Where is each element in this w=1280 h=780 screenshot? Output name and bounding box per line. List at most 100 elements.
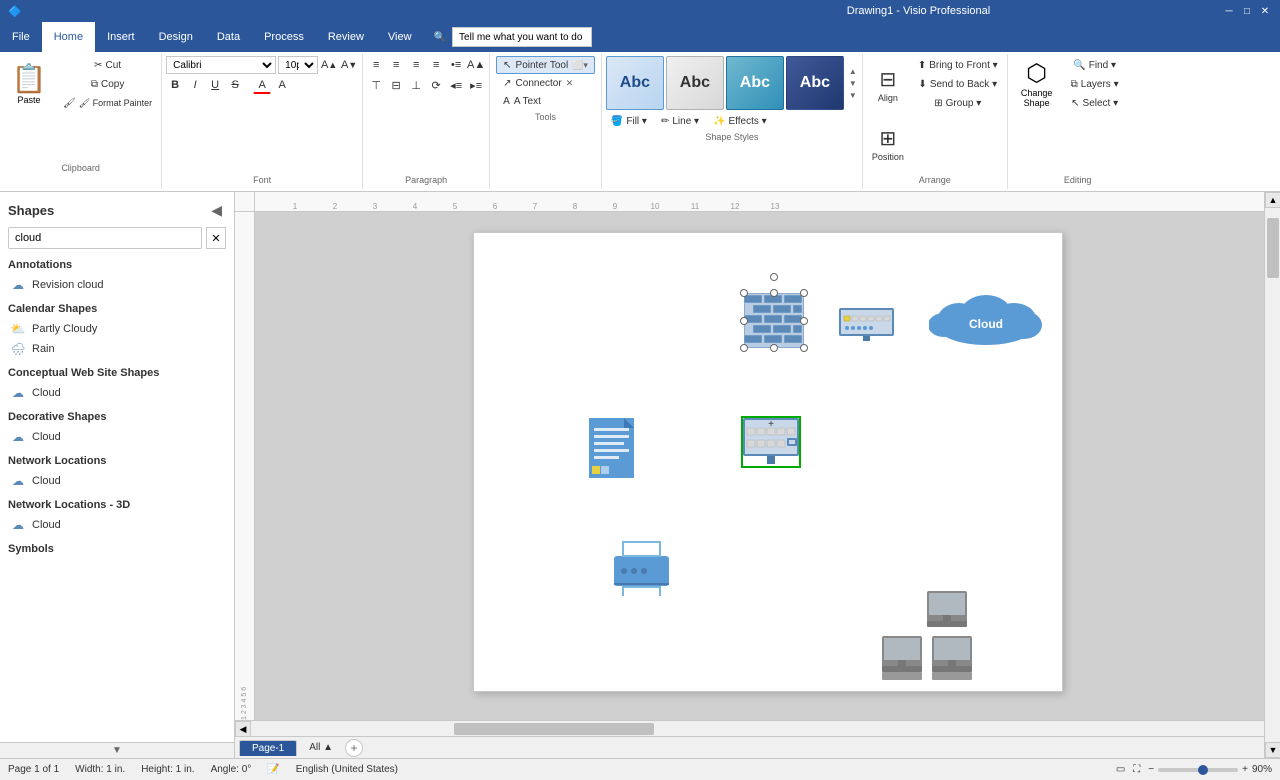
group-button[interactable]: ⊞ Group ▾ <box>913 94 1003 112</box>
shape-item-rain[interactable]: 🌧 Rain <box>8 339 226 359</box>
title-bar-controls[interactable]: ─ □ ✕ <box>1222 4 1272 18</box>
printer-shape[interactable] <box>614 541 669 599</box>
bring-to-front-button[interactable]: ⬆ Bring to Front ▾ <box>913 56 1003 74</box>
selected-monitor-shape[interactable]: + <box>741 416 801 468</box>
decrease-indent-button[interactable]: ◂≡ <box>447 76 465 94</box>
copy-button[interactable]: ⧉ Copy <box>58 75 157 93</box>
hscroll-left-button[interactable]: ◀ <box>235 721 251 737</box>
shape-style-4-button[interactable]: Abc <box>786 56 844 110</box>
decrease-font-size-button[interactable]: A▼ <box>340 56 358 74</box>
tab-review[interactable]: Review <box>316 22 376 52</box>
shape-item-partly-cloudy[interactable]: ⛅ Partly Cloudy <box>8 319 226 339</box>
change-shape-button[interactable]: ⬡ Change Shape <box>1012 56 1062 110</box>
fill-button[interactable]: 🪣 Fill ▾ <box>606 112 652 130</box>
tab-home[interactable]: Home <box>42 22 95 52</box>
increase-indent-button[interactable]: A▲ <box>467 56 485 74</box>
align-top-button[interactable]: ⊤ <box>367 76 385 94</box>
align-center-button[interactable]: ≡ <box>387 56 405 74</box>
page-tab-1[interactable]: Page-1 <box>239 740 297 756</box>
cloud-shape[interactable]: Cloud <box>929 293 1044 351</box>
zoom-out-button[interactable]: − <box>1148 764 1154 775</box>
scroll-track[interactable] <box>1265 212 1280 720</box>
shapes-scroll-down-button[interactable]: ▼ <box>0 742 234 758</box>
scroll-thumb[interactable] <box>1267 218 1279 278</box>
tab-file[interactable]: File <box>0 22 42 52</box>
text-direction-button[interactable]: ⟳ <box>427 76 445 94</box>
document-shape[interactable] <box>589 418 634 481</box>
vertical-scrollbar[interactable]: ▲ ▼ <box>1264 212 1280 720</box>
underline-button[interactable]: U <box>206 76 224 94</box>
brick-wall-shape[interactable] <box>744 293 804 348</box>
minimize-btn[interactable]: ─ <box>1222 4 1236 18</box>
font-name-select[interactable]: Calibri <box>166 56 276 74</box>
maximize-btn[interactable]: □ <box>1240 4 1254 18</box>
monitor-shape[interactable] <box>839 308 894 346</box>
font-size-select[interactable]: 10pt. <box>278 56 318 74</box>
shape-item-revision-cloud[interactable]: ☁ Revision cloud <box>8 275 226 295</box>
shape-style-scroll-up[interactable]: ▲ <box>848 66 858 77</box>
shape-style-expand[interactable]: ▼ <box>848 90 858 101</box>
increase-font-size-button[interactable]: A▲ <box>320 56 338 74</box>
shape-style-3-button[interactable]: Abc <box>726 56 784 110</box>
add-page-button[interactable]: + <box>345 739 363 757</box>
connector-tool-button[interactable]: ↗ Connector ✕ <box>496 74 595 92</box>
align-button[interactable]: ⊟ Align <box>867 56 909 114</box>
view-fullscreen-icon[interactable]: ⛶ <box>1133 764 1140 775</box>
strikethrough-button[interactable]: S <box>226 76 244 94</box>
select-button[interactable]: ↖ Select ▾ <box>1066 94 1124 112</box>
shape-style-2-button[interactable]: Abc <box>666 56 724 110</box>
layers-button[interactable]: ⧉ Layers ▾ <box>1066 75 1124 93</box>
tab-process[interactable]: Process <box>252 22 316 52</box>
send-to-back-button[interactable]: ⬇ Send to Back ▾ <box>913 75 1003 93</box>
increase-indent2-button[interactable]: ▸≡ <box>467 76 485 94</box>
format-painter-button[interactable]: 🖌 🖌 Format Painter <box>58 94 157 112</box>
handle-tr[interactable] <box>800 289 808 297</box>
text-highlight-button[interactable]: A <box>273 76 291 94</box>
tab-design[interactable]: Design <box>147 22 205 52</box>
handle-tm[interactable] <box>770 289 778 297</box>
bullet-list-button[interactable]: •≡ <box>447 56 465 74</box>
canvas-container[interactable]: Cloud <box>255 212 1280 720</box>
shape-item-conceptual-cloud[interactable]: ☁ Cloud <box>8 383 226 403</box>
shapes-search-input[interactable] <box>8 227 202 249</box>
pointer-tool-button[interactable]: ↖ Pointer Tool ⬜▾ <box>496 56 595 74</box>
font-color-button[interactable]: A <box>253 76 271 94</box>
find-button[interactable]: 🔍 Find ▾ <box>1066 56 1124 74</box>
shape-style-1-button[interactable]: Abc <box>606 56 664 110</box>
handle-mr[interactable] <box>800 317 808 325</box>
shapes-collapse-button[interactable]: ◀ <box>207 200 226 221</box>
hscroll-track[interactable] <box>251 721 1264 736</box>
zoom-in-button[interactable]: + <box>1242 764 1248 775</box>
line-button[interactable]: ✏ Line ▾ <box>656 112 704 130</box>
bold-button[interactable]: B <box>166 76 184 94</box>
paste-button[interactable]: 📋 Paste <box>4 56 54 110</box>
align-bottom-button[interactable]: ⊥ <box>407 76 425 94</box>
close-btn[interactable]: ✕ <box>1258 4 1272 18</box>
cut-button[interactable]: ✂ Cut <box>58 56 157 74</box>
align-middle-button[interactable]: ⊟ <box>387 76 405 94</box>
align-left-button[interactable]: ≡ <box>367 56 385 74</box>
tab-view[interactable]: View <box>376 22 424 52</box>
handle-tl[interactable] <box>740 289 748 297</box>
canvas-page[interactable]: Cloud <box>473 232 1063 692</box>
tell-me-input[interactable] <box>452 27 592 47</box>
hscroll-thumb[interactable] <box>454 723 654 735</box>
justify-button[interactable]: ≡ <box>427 56 445 74</box>
handle-br[interactable] <box>800 344 808 352</box>
search-clear-button[interactable]: ✕ <box>206 227 226 249</box>
view-normal-icon[interactable]: ▭ <box>1116 764 1125 775</box>
shape-item-network-cloud[interactable]: ☁ Cloud <box>8 471 226 491</box>
tab-insert[interactable]: Insert <box>95 22 147 52</box>
rotation-handle[interactable] <box>770 273 778 281</box>
tab-data[interactable]: Data <box>205 22 252 52</box>
page-all-button[interactable]: All ▲ <box>301 740 341 755</box>
handle-bl[interactable] <box>740 344 748 352</box>
italic-button[interactable]: I <box>186 76 204 94</box>
text-tool-button[interactable]: A A Text <box>496 92 595 110</box>
shape-item-decorative-cloud[interactable]: ☁ Cloud <box>8 427 226 447</box>
horizontal-scrollbar[interactable]: ◀ ▶ <box>235 720 1280 736</box>
handle-ml[interactable] <box>740 317 748 325</box>
workstation-shape[interactable] <box>882 591 1002 694</box>
zoom-slider[interactable] <box>1158 768 1238 772</box>
effects-button[interactable]: ✨ Effects ▾ <box>708 112 772 130</box>
